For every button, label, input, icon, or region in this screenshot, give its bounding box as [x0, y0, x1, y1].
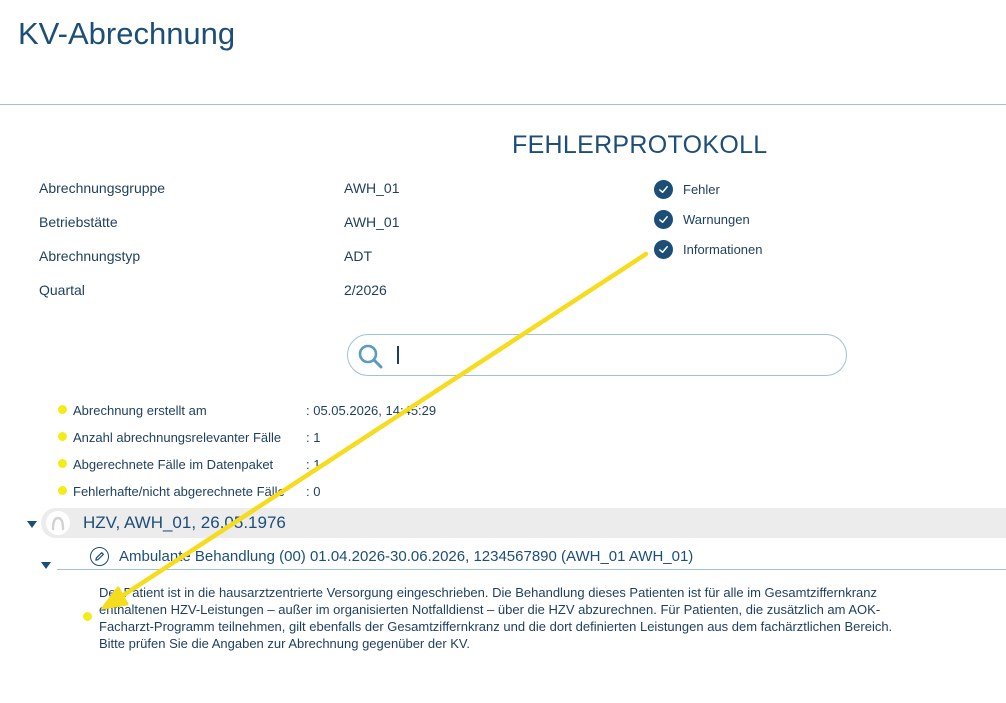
- filter-errors-label: Fehler: [683, 182, 720, 197]
- stat-value-relevant: : 1: [306, 430, 321, 445]
- filter-errors[interactable]: Fehler: [654, 180, 720, 199]
- app-title: KV-Abrechnung: [18, 16, 236, 51]
- info-label-group: Abrechnungsgruppe: [39, 180, 166, 196]
- checkmark-icon[interactable]: [654, 210, 673, 229]
- highlight-dot: [58, 459, 67, 468]
- info-value-site: AWH_01: [344, 214, 400, 230]
- filter-information[interactable]: Informationen: [654, 240, 763, 259]
- info-label-site: Betriebstätte: [39, 214, 118, 230]
- search-input[interactable]: [396, 341, 826, 369]
- info-message: Der Patient ist in die hausarztzentriert…: [99, 585, 893, 651]
- filter-warnings[interactable]: Warnungen: [654, 210, 750, 229]
- stat-value-billed: : 1: [306, 457, 321, 472]
- case-row[interactable]: Ambulante Behandlung (00) 01.04.2026-30.…: [57, 544, 1006, 570]
- highlight-dot: [58, 486, 67, 495]
- patient-avatar-icon: [46, 511, 70, 535]
- info-value-group: AWH_01: [344, 180, 400, 196]
- search-box[interactable]: [347, 334, 847, 376]
- filter-warnings-label: Warnungen: [683, 212, 750, 227]
- info-label-type: Abrechnungstyp: [39, 248, 141, 264]
- collapse-patient-toggle[interactable]: [27, 521, 37, 528]
- stat-label-billed: Abgerechnete Fälle im Datenpaket: [73, 457, 274, 472]
- highlight-dot: [83, 612, 92, 621]
- stat-label-relevant: Anzahl abrechnungsrelevanter Fälle: [73, 430, 282, 445]
- case-title: Ambulante Behandlung (00) 01.04.2026-30.…: [119, 548, 694, 565]
- info-value-quarter: 2/2026: [344, 282, 387, 298]
- stat-label-faulty: Fehlerhafte/nicht abgerechnete Fälle: [73, 484, 285, 499]
- highlight-dot: [58, 432, 67, 441]
- search-icon[interactable]: [356, 342, 384, 370]
- patient-row[interactable]: HZV, AWH_01, 26.05.1976: [41, 508, 1006, 538]
- checkmark-icon[interactable]: [654, 180, 673, 199]
- header-divider: [0, 104, 1006, 105]
- info-value-type: ADT: [344, 248, 372, 264]
- checkmark-icon[interactable]: [654, 240, 673, 259]
- protocol-title: FEHLERPROTOKOLL: [512, 131, 768, 159]
- highlight-dot: [58, 405, 67, 414]
- stat-value-created: : 05.05.2026, 14:45:29: [306, 403, 437, 418]
- stat-label-created: Abrechnung erstellt am: [73, 403, 207, 418]
- patient-title: HZV, AWH_01, 26.05.1976: [83, 513, 286, 532]
- filter-information-label: Informationen: [683, 242, 763, 257]
- collapse-case-toggle[interactable]: [41, 562, 51, 569]
- info-label-quarter: Quartal: [39, 282, 85, 298]
- stat-value-faulty: : 0: [306, 484, 321, 499]
- edit-icon[interactable]: [90, 547, 109, 566]
- text-cursor: [397, 346, 399, 364]
